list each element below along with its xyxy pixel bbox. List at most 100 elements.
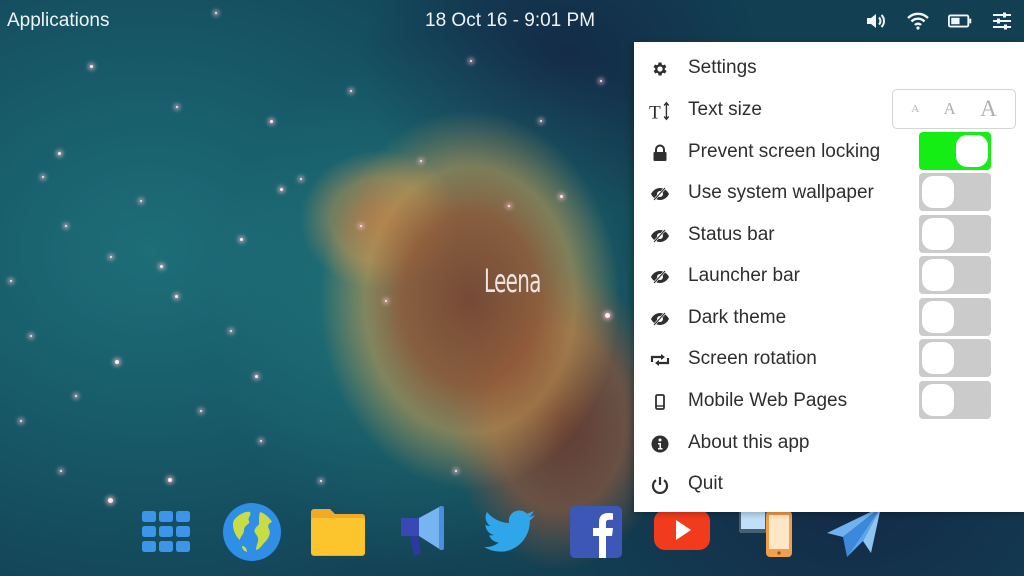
star — [260, 440, 262, 442]
twitter-icon[interactable] — [478, 502, 542, 562]
star — [175, 295, 178, 298]
text-size-large-button[interactable]: A — [980, 96, 997, 122]
star — [605, 313, 610, 318]
sliders-icon[interactable] — [990, 10, 1014, 32]
facebook-icon[interactable] — [564, 502, 628, 562]
star — [200, 410, 202, 412]
star — [58, 152, 61, 155]
star — [385, 300, 387, 302]
star — [60, 470, 62, 472]
use-system-wallpaper-toggle[interactable] — [919, 173, 991, 211]
text-size-small-button[interactable]: A — [911, 103, 919, 115]
toggle-knob — [956, 135, 988, 167]
rotate-icon — [649, 349, 671, 371]
megaphone-icon[interactable] — [392, 502, 456, 562]
menu-item-launcher-bar: Launcher bar — [634, 256, 1024, 297]
star — [508, 205, 510, 207]
menu-item-label: Status bar — [688, 224, 775, 245]
volume-icon[interactable] — [864, 10, 888, 32]
menu-item-prevent-screen-locking: Prevent screen locking — [634, 132, 1024, 173]
svg-text:T: T — [649, 102, 661, 122]
app-grid-icon[interactable] — [134, 502, 198, 562]
star — [115, 360, 119, 364]
menu-item-label: Text size — [688, 99, 762, 120]
star — [108, 498, 113, 503]
menu-item-screen-rotation: Screen rotation — [634, 339, 1024, 380]
power-icon — [649, 474, 671, 496]
star — [350, 90, 352, 92]
toggle-knob — [922, 342, 954, 374]
clock: 18 Oct 16 - 9:01 PM — [425, 10, 596, 31]
browser-globe-icon[interactable] — [220, 502, 284, 562]
status-bar-toggle[interactable] — [919, 215, 991, 253]
star — [30, 335, 32, 337]
toggle-knob — [922, 176, 954, 208]
applications-menu-button[interactable]: Applications — [7, 10, 109, 32]
menu-item-about-this-app[interactable]: About this app — [634, 423, 1024, 464]
wallpaper-watermark: Leena — [484, 262, 541, 300]
menu-item-settings[interactable]: Settings — [634, 48, 1024, 89]
star — [255, 375, 258, 378]
menu-item-quit[interactable]: Quit — [634, 464, 1024, 505]
star — [270, 120, 273, 123]
mobile-web-pages-toggle[interactable] — [919, 381, 991, 419]
star — [10, 280, 12, 282]
phone-icon — [649, 391, 671, 413]
eye-off-icon — [649, 225, 671, 247]
menu-item-use-system-wallpaper: Use system wallpaper — [634, 173, 1024, 214]
star — [300, 178, 302, 180]
text-size-icon: T — [649, 100, 671, 122]
menu-item-text-size: T Text size A A A — [634, 89, 1024, 131]
menu-item-status-bar: Status bar — [634, 215, 1024, 256]
wifi-icon[interactable] — [906, 10, 930, 32]
toggle-knob — [922, 218, 954, 250]
eye-off-icon — [649, 266, 671, 288]
star — [240, 238, 243, 241]
star — [280, 188, 283, 191]
prevent-screen-locking-toggle[interactable] — [919, 132, 991, 170]
files-folder-icon[interactable] — [306, 502, 370, 562]
star — [65, 225, 67, 227]
eye-off-icon — [649, 308, 671, 330]
launcher-bar-toggle[interactable] — [919, 256, 991, 294]
menu-item-label: Quit — [688, 473, 723, 494]
top-status-bar: Applications 18 Oct 16 - 9:01 PM — [0, 0, 1024, 42]
star — [420, 160, 422, 162]
toggle-knob — [922, 301, 954, 333]
screen-rotation-toggle[interactable] — [919, 339, 991, 377]
lock-icon — [649, 142, 671, 164]
settings-panel: Settings T Text size A A A Prevent scree… — [634, 42, 1024, 512]
star — [42, 176, 44, 178]
battery-icon[interactable] — [948, 10, 972, 32]
menu-item-label: About this app — [688, 432, 810, 453]
star — [540, 120, 542, 122]
star — [20, 420, 22, 422]
menu-item-label: Use system wallpaper — [688, 182, 874, 203]
text-size-medium-button[interactable]: A — [944, 99, 956, 119]
menu-item-label: Prevent screen locking — [688, 141, 881, 162]
star — [75, 395, 77, 397]
star — [320, 480, 322, 482]
star — [560, 195, 563, 198]
star — [360, 225, 362, 227]
eye-off-icon — [649, 183, 671, 205]
menu-item-label: Launcher bar — [688, 265, 800, 286]
toggle-knob — [922, 384, 954, 416]
star — [160, 265, 163, 268]
dark-theme-toggle[interactable] — [919, 298, 991, 336]
menu-item-label: Mobile Web Pages — [688, 390, 848, 411]
info-icon — [649, 433, 671, 455]
star — [470, 60, 472, 62]
toggle-knob — [922, 259, 954, 291]
star — [110, 256, 112, 258]
menu-item-label: Settings — [688, 57, 757, 78]
star — [168, 478, 172, 482]
menu-item-label: Screen rotation — [688, 348, 817, 369]
star — [230, 330, 232, 332]
star — [140, 200, 142, 202]
system-tray — [864, 10, 1014, 32]
menu-item-label: Dark theme — [688, 307, 787, 328]
star — [176, 106, 178, 108]
star — [600, 80, 602, 82]
menu-item-mobile-web-pages: Mobile Web Pages — [634, 381, 1024, 422]
